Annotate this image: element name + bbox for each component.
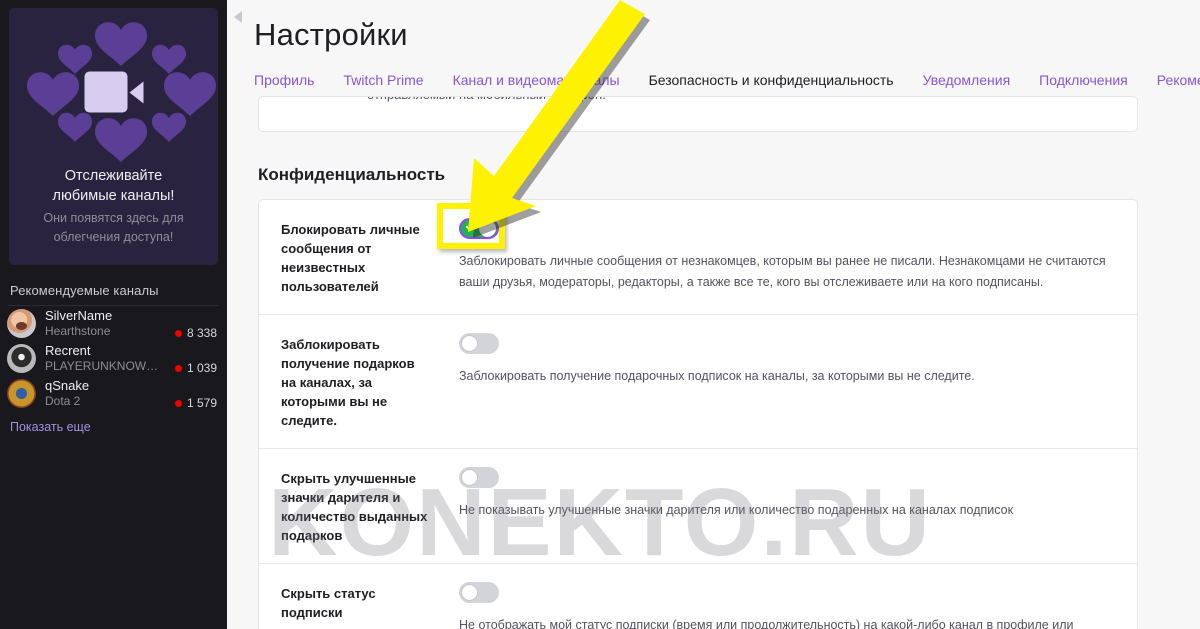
privacy-settings-card: Блокировать личные сообщения от неизвест… xyxy=(258,199,1138,629)
toggle-hide-gifter-badges[interactable] xyxy=(459,467,499,488)
setting-row-hide-sub-status: Скрыть статус подписки Не отображать мой… xyxy=(259,564,1137,629)
live-dot-icon xyxy=(174,399,182,407)
app-root: Отслеживайте любимые каналы! Они появятс… xyxy=(0,0,1200,629)
toggle-block-gifts[interactable] xyxy=(459,333,499,354)
setting-label: Скрыть статус подписки xyxy=(281,586,376,620)
sidebar-channel-recrent[interactable]: Recrent PLAYERUNKNOWN'... 1 039 xyxy=(0,341,227,376)
toggle-hide-sub-status[interactable] xyxy=(459,582,499,603)
channel-game: Dota 2 xyxy=(45,395,81,408)
avatar xyxy=(7,309,36,338)
settings-scroll-area[interactable]: отправляемый на мобильный телефон. Конфи… xyxy=(227,96,1200,629)
tab-profile[interactable]: Профиль xyxy=(254,72,314,96)
sidebar-channel-silvername[interactable]: SilverName Hearthstone 8 338 xyxy=(0,306,227,341)
sidebar-channel-qsnake[interactable]: qSnake Dota 2 1 579 xyxy=(0,376,227,411)
viewer-count: 8 338 xyxy=(186,326,217,340)
recommended-channels-heading: Рекомендуемые каналы xyxy=(10,283,159,298)
left-sidebar: Отслеживайте любимые каналы! Они появятс… xyxy=(0,0,227,629)
setting-description: Не показывать улучшенные значки дарителя… xyxy=(459,503,1014,517)
setting-control-area: Не отображать мой статус подписки (время… xyxy=(433,582,1117,629)
toggle-knob xyxy=(461,335,478,352)
tab-security-privacy[interactable]: Безопасность и конфиденциальность xyxy=(648,72,894,98)
toggle-knob xyxy=(479,220,496,237)
setting-control-area: Заблокировать получение подарочных подпи… xyxy=(433,333,1117,387)
channel-meta: SilverName Hearthstone xyxy=(45,309,175,337)
partial-card-above: отправляемый на мобильный телефон. xyxy=(258,96,1138,132)
follow-promo-card: Отслеживайте любимые каналы! Они появятс… xyxy=(9,8,218,265)
setting-description: Заблокировать личные сообщения от незнак… xyxy=(459,254,1106,289)
live-dot-icon xyxy=(174,329,182,337)
setting-row-block-gifts: Заблокировать получение подарков на кана… xyxy=(259,315,1137,449)
promo-title-line1: Отслеживайте xyxy=(64,168,163,184)
tab-channel-video[interactable]: Канал и видеоматериалы xyxy=(453,72,620,96)
tab-twitch-prime[interactable]: Twitch Prime xyxy=(343,72,423,96)
partial-card-text: отправляемый на мобильный телефон. xyxy=(367,97,606,102)
avatar xyxy=(7,344,36,373)
setting-label: Заблокировать получение подарков на кана… xyxy=(281,337,415,428)
promo-title-line2: любимые каналы! xyxy=(52,188,175,204)
camera-icon xyxy=(84,71,143,113)
promo-illustration xyxy=(17,22,216,162)
viewer-count: 1 579 xyxy=(186,396,217,410)
toggle-block-whispers[interactable] xyxy=(459,218,499,239)
collapse-sidebar-icon[interactable] xyxy=(234,11,242,23)
page-title: Настройки xyxy=(254,17,408,52)
setting-row-hide-gifter-badges: Скрыть улучшенные значки дарителя и коли… xyxy=(259,449,1137,564)
promo-sub-line1: Они появятся здесь для xyxy=(43,211,184,225)
toggle-knob xyxy=(461,584,478,601)
check-icon xyxy=(465,220,476,231)
show-more-link[interactable]: Показать еще xyxy=(0,411,227,434)
setting-label: Скрыть улучшенные значки дарителя и коли… xyxy=(281,471,428,543)
channel-name: Recrent xyxy=(45,343,91,359)
tab-notifications[interactable]: Уведомления xyxy=(923,72,1011,96)
avatar xyxy=(7,379,36,408)
setting-control-area: Заблокировать личные сообщения от незнак… xyxy=(433,218,1117,293)
tab-recommendations[interactable]: Рекомендации xyxy=(1157,72,1200,96)
tab-connections[interactable]: Подключения xyxy=(1039,72,1128,96)
setting-control-area: Не показывать улучшенные значки дарителя… xyxy=(433,467,1117,521)
viewer-count: 1 039 xyxy=(186,361,217,375)
settings-tabs: Профиль Twitch Prime Канал и видеоматери… xyxy=(254,72,1200,98)
promo-subtitle: Они появятся здесь для облегчения доступ… xyxy=(17,209,210,247)
promo-title: Отслеживайте любимые каналы! xyxy=(17,166,210,206)
setting-row-block-whispers: Блокировать личные сообщения от неизвест… xyxy=(259,200,1137,315)
promo-sub-line2: облегчения доступа! xyxy=(53,230,174,244)
channel-name: SilverName xyxy=(45,308,113,324)
live-viewers: 1 579 xyxy=(174,396,217,410)
main-content: Настройки Профиль Twitch Prime Канал и в… xyxy=(227,0,1200,629)
channel-game: PLAYERUNKNOWN'... xyxy=(45,360,165,373)
channel-game: Hearthstone xyxy=(45,325,111,338)
setting-description: Заблокировать получение подарочных подпи… xyxy=(459,369,975,383)
toggle-knob xyxy=(461,469,478,486)
channel-meta: qSnake Dota 2 xyxy=(45,379,175,407)
section-title-privacy: Конфиденциальность xyxy=(258,165,446,184)
channel-name: qSnake xyxy=(45,378,90,394)
channel-meta: Recrent PLAYERUNKNOWN'... xyxy=(45,344,175,372)
live-viewers: 8 338 xyxy=(174,326,217,340)
setting-label: Блокировать личные сообщения от неизвест… xyxy=(281,222,420,294)
live-viewers: 1 039 xyxy=(174,361,217,375)
live-dot-icon xyxy=(174,364,182,372)
setting-description: Не отображать мой статус подписки (время… xyxy=(459,618,1074,629)
